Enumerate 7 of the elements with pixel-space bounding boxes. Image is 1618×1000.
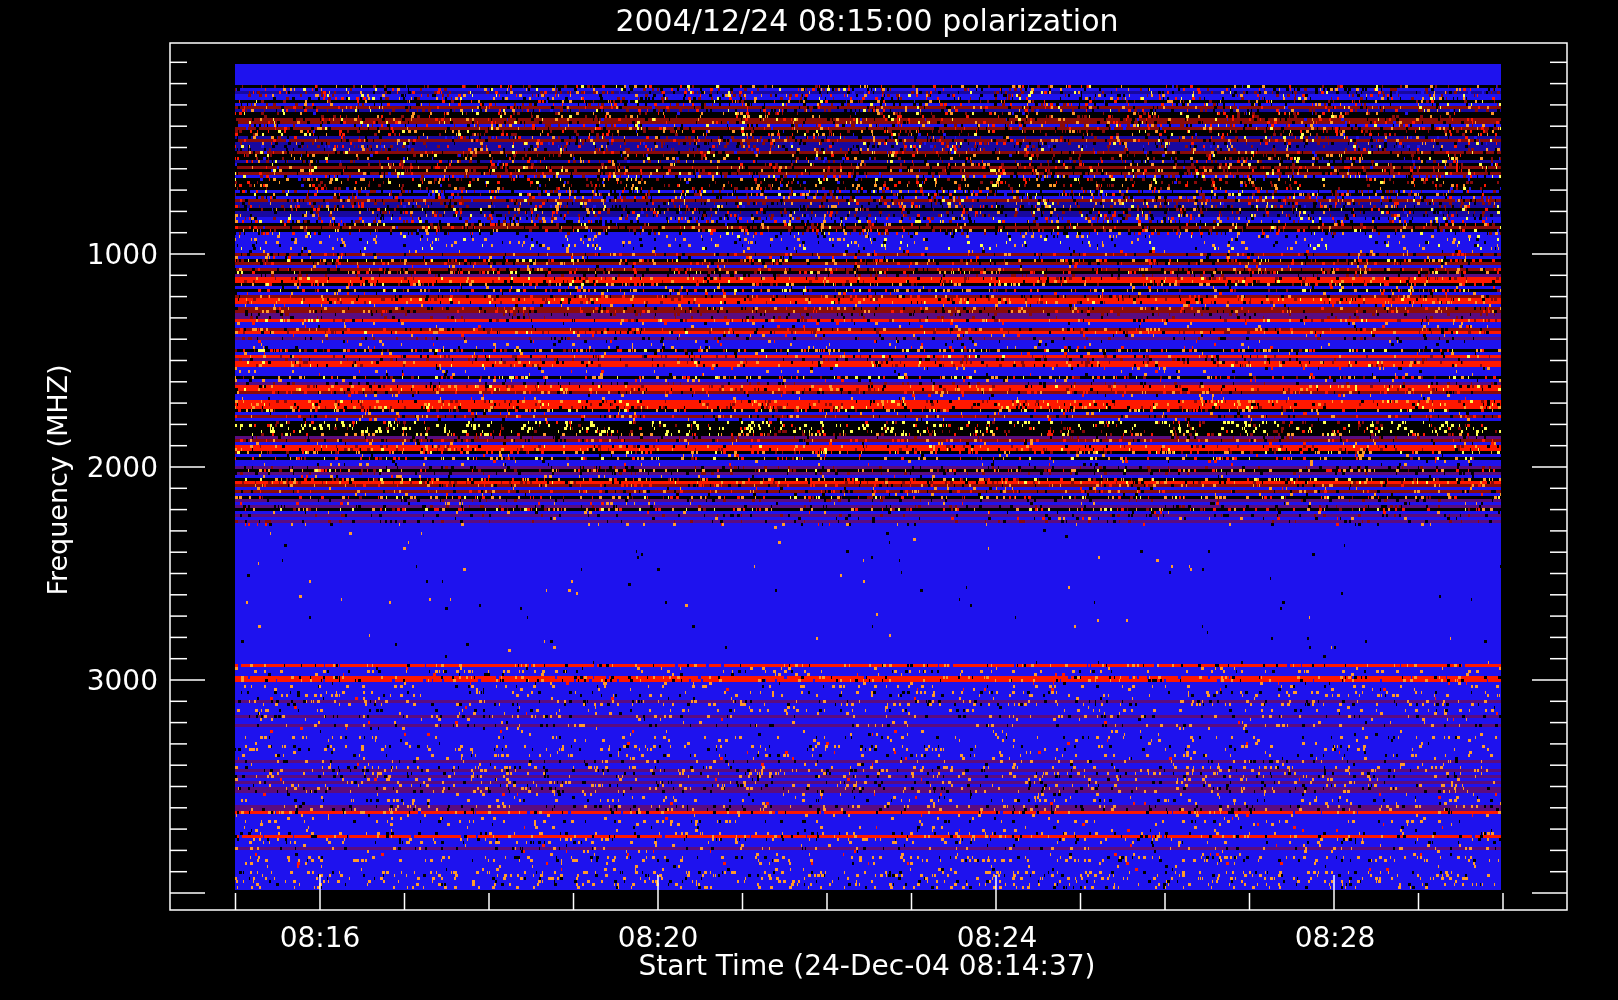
y-tick-label: 3000 <box>86 664 158 697</box>
y-axis-label: Frequency (MHZ) <box>42 364 73 596</box>
x-tick-label: 08:16 <box>279 921 361 954</box>
plot-title: 2004/12/24 08:15:00 polarization <box>615 3 1119 38</box>
x-tick-label: 08:28 <box>1294 921 1376 954</box>
y-tick-label: 2000 <box>86 451 158 484</box>
y-tick-label: 1000 <box>86 238 158 271</box>
